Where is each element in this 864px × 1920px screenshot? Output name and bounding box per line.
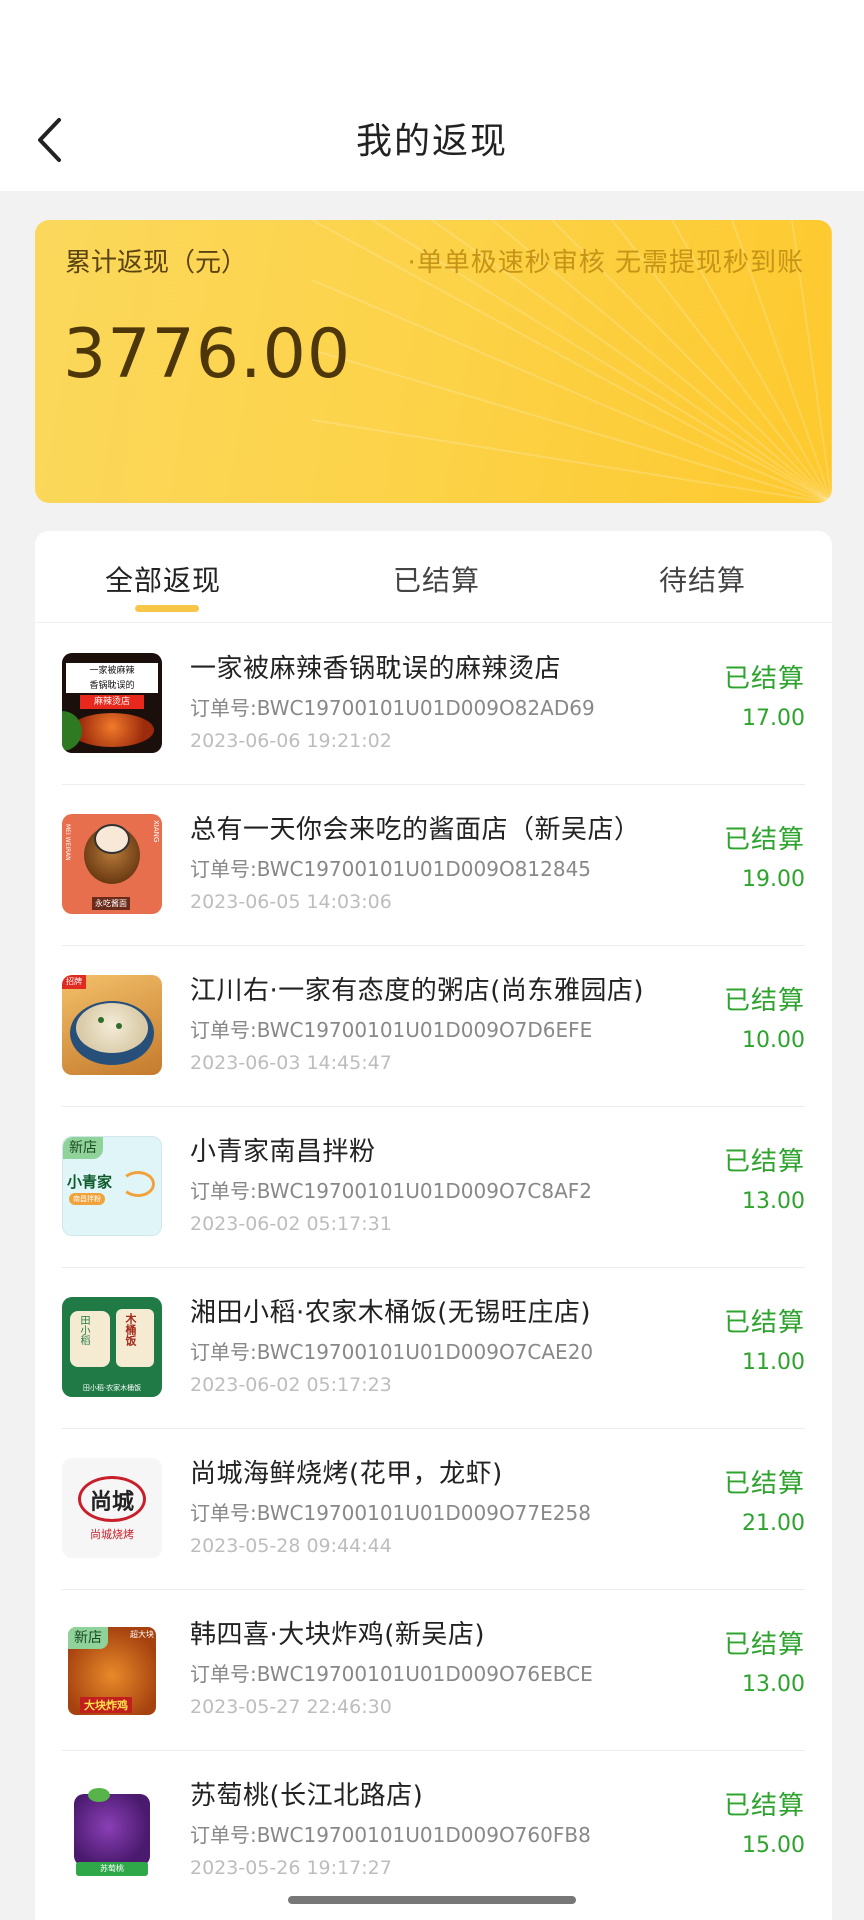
tab-settled[interactable]: 已结算 [393,559,480,599]
cashback-amount: 15.00 [742,1833,805,1858]
status-badge: 已结算 [723,1791,805,1821]
total-cashback-label: 累计返现（元） [65,248,248,278]
status-badge: 已结算 [723,986,805,1016]
tab-all-cashback[interactable]: 全部返现 [105,559,221,599]
status-badge: 已结算 [723,825,805,855]
shop-thumbnail: 尚城 尚城烧烤 [62,1458,162,1558]
home-indicator[interactable] [288,1896,576,1904]
list-item[interactable]: 尚城 尚城烧烤 尚城海鲜烧烤(花甲，龙虾) 订单号:BWC19700101U01… [62,1429,805,1590]
thumb-text: 田小稻 [78,1315,89,1345]
list-item[interactable]: 一家被麻辣 香锅耽误的 麻辣烫店 一家被麻辣香锅耽误的麻辣烫店 订单号:BWC1… [62,624,805,785]
cashback-amount: 13.00 [742,1189,805,1214]
status-badge: 已结算 [723,664,805,694]
shop-name: 一家被麻辣香锅耽误的麻辣烫店 [190,654,562,684]
list-item[interactable]: 新店 小青家 南昌拌粉 小青家南昌拌粉 订单号:BWC19700101U01D0… [62,1107,805,1268]
thumb-text: 苏萄桃 [76,1862,148,1876]
order-number: 订单号:BWC19700101U01D009O7C8AF2 [190,1179,593,1203]
cashback-amount: 17.00 [742,706,805,731]
order-number: 订单号:BWC19700101U01D009O760FB8 [190,1823,591,1847]
promo-slogan: ·单单极速秒审核 无需提现秒到账 [407,248,804,278]
shop-name: 韩四喜·大块炸鸡(新吴店) [190,1620,486,1650]
tab-pending[interactable]: 待结算 [659,559,746,599]
shop-thumbnail: 新店 小青家 南昌拌粉 [62,1136,162,1236]
thumb-text: 尚城烧烤 [90,1528,134,1541]
total-cashback-amount: 3776.00 [63,315,352,394]
order-number: 订单号:BWC19700101U01D009O82AD69 [190,696,595,720]
shop-thumbnail: XIANG MEI WEIRAN 永吃酱面 [62,814,162,914]
shop-name: 总有一天你会来吃的酱面店（新吴店） [190,815,641,845]
thumb-text: 招牌 [62,975,86,989]
thumb-text: 木桶饭 [124,1313,137,1346]
status-badge: 已结算 [723,1630,805,1660]
order-number: 订单号:BWC19700101U01D009O77E258 [190,1501,591,1525]
list-item[interactable]: XIANG MEI WEIRAN 永吃酱面 总有一天你会来吃的酱面店（新吴店） … [62,785,805,946]
page-title: 我的返现 [355,121,508,162]
thumb-text: 新店 [68,1627,108,1649]
order-time: 2023-05-28 09:44:44 [190,1535,392,1557]
order-time: 2023-06-03 14:45:47 [190,1052,392,1074]
thumb-text: 田小稻·农家木桶饭 [82,1384,142,1392]
order-number: 订单号:BWC19700101U01D009O7D6EFE [190,1018,593,1042]
shop-thumbnail: 新店 超大块 大块炸鸡 [62,1619,162,1719]
status-badge: 已结算 [723,1308,805,1338]
thumb-text: XIANG [152,820,160,843]
top-navigation-bar: 我的返现 [0,0,864,191]
cashback-amount: 19.00 [742,867,805,892]
list-item[interactable]: 新店 超大块 大块炸鸡 韩四喜·大块炸鸡(新吴店) 订单号:BWC1970010… [62,1590,805,1751]
cashback-amount: 13.00 [742,1672,805,1697]
thumb-text: 永吃酱面 [92,897,130,910]
shop-name: 尚城海鲜烧烤(花甲，龙虾) [190,1459,503,1489]
thumb-text: 小青家 [67,1173,113,1191]
order-time: 2023-06-06 19:21:02 [190,730,392,752]
thumb-text: 麻辣烫店 [80,695,144,709]
filter-tabs: 全部返现 已结算 待结算 [35,531,832,623]
shop-thumbnail: 招牌 [62,975,162,1075]
order-time: 2023-05-27 22:46:30 [190,1696,392,1718]
order-time: 2023-06-02 05:17:31 [190,1213,392,1235]
cashback-amount: 11.00 [742,1350,805,1375]
shop-name: 江川右·一家有态度的粥店(尚东雅园店) [190,976,645,1006]
cashback-list-card: 全部返现 已结算 待结算 一家被麻辣 香锅耽误的 麻辣烫店 一家被麻辣香锅耽误的… [35,531,832,1920]
shop-thumbnail: 一家被麻辣 香锅耽误的 麻辣烫店 [62,653,162,753]
thumb-text: MEI WEIRAN [64,824,71,861]
thumb-text: 香锅耽误的 [66,679,158,693]
thumb-text: 大块炸鸡 [80,1697,132,1713]
cashback-amount: 21.00 [742,1511,805,1536]
shop-thumbnail: 田小稻 木桶饭 田小稻·农家木桶饭 [62,1297,162,1397]
shop-name: 湘田小稻·农家木桶饭(无锡旺庄店) [190,1298,592,1328]
order-time: 2023-05-26 19:17:27 [190,1857,392,1879]
thumb-text: 一家被麻辣 [66,663,158,679]
thumb-text: 超大块 [130,1630,154,1639]
list-item[interactable]: 招牌 江川右·一家有态度的粥店(尚东雅园店) 订单号:BWC19700101U0… [62,946,805,1107]
thumb-text: 新店 [63,1137,103,1159]
shop-name: 苏萄桃(长江北路店) [190,1781,424,1811]
thumb-text: 尚城 [89,1490,134,1515]
order-time: 2023-06-05 14:03:06 [190,891,392,913]
order-number: 订单号:BWC19700101U01D009O76EBCE [190,1662,593,1686]
order-number: 订单号:BWC19700101U01D009O812845 [190,857,592,881]
active-tab-indicator [135,605,199,612]
status-badge: 已结算 [723,1469,805,1499]
cashback-amount: 10.00 [742,1028,805,1053]
order-time: 2023-06-02 05:17:23 [190,1374,392,1396]
list-item[interactable]: 苏萄桃 苏萄桃(长江北路店) 订单号:BWC19700101U01D009O76… [62,1751,805,1912]
list-item[interactable]: 田小稻 木桶饭 田小稻·农家木桶饭 湘田小稻·农家木桶饭(无锡旺庄店) 订单号:… [62,1268,805,1429]
shop-name: 小青家南昌拌粉 [190,1137,376,1167]
status-badge: 已结算 [723,1147,805,1177]
shop-thumbnail: 苏萄桃 [62,1780,162,1880]
cashback-summary-card: 累计返现（元） ·单单极速秒审核 无需提现秒到账 3776.00 [35,220,832,503]
thumb-text: 南昌拌粉 [69,1193,105,1205]
order-number: 订单号:BWC19700101U01D009O7CAE20 [190,1340,594,1364]
